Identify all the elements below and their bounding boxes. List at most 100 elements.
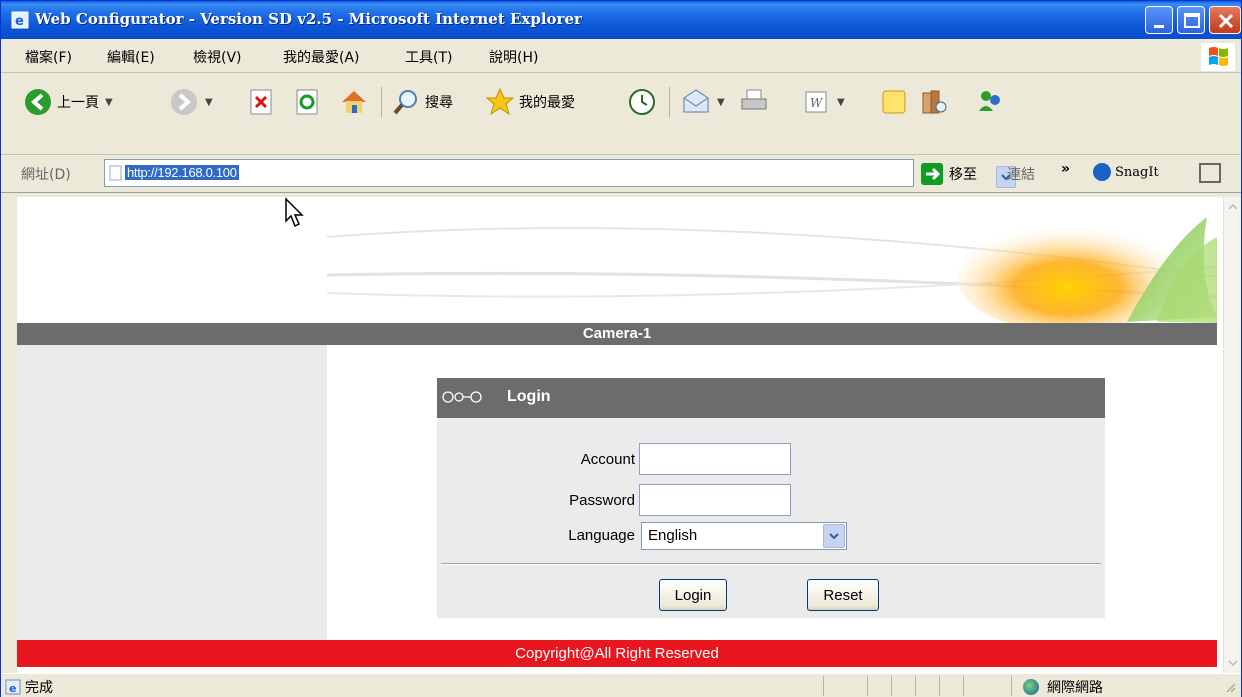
- search-button[interactable]: 搜尋: [391, 85, 453, 119]
- home-button[interactable]: [339, 85, 369, 119]
- home-icon: [342, 91, 366, 113]
- forward-dropdown-icon[interactable]: ▼: [205, 97, 213, 108]
- camera-title-bar: Camera-1: [17, 323, 1217, 345]
- menu-favorites[interactable]: 我的最愛(A): [283, 47, 360, 67]
- print-button[interactable]: [739, 85, 769, 119]
- research-button[interactable]: [919, 85, 949, 119]
- address-label: 網址(D): [21, 167, 71, 183]
- reset-button[interactable]: Reset: [807, 579, 879, 611]
- account-input[interactable]: [639, 443, 791, 475]
- login-header: Login: [437, 378, 1105, 418]
- snagit-label: SnagIt: [1115, 164, 1159, 180]
- password-input[interactable]: [639, 484, 791, 516]
- links-label[interactable]: 連結: [1007, 164, 1035, 184]
- history-button[interactable]: [627, 85, 657, 119]
- search-label: 搜尋: [425, 95, 453, 111]
- password-row: Password: [437, 484, 1105, 518]
- header-banner: [17, 197, 1218, 332]
- security-zone[interactable]: 網際網路: [1023, 677, 1103, 697]
- mail-button[interactable]: ▼: [681, 85, 725, 119]
- close-icon: [1218, 13, 1234, 29]
- discuss-button[interactable]: [879, 85, 909, 119]
- menu-view[interactable]: 檢視(V): [193, 47, 242, 67]
- status-text: 完成: [25, 680, 53, 696]
- minimize-button[interactable]: [1145, 6, 1173, 34]
- mail-icon: [683, 89, 709, 113]
- windows-logo: [1201, 43, 1235, 71]
- login-panel: Login Account Password Language English: [437, 378, 1105, 618]
- back-button[interactable]: 上一頁 ▼: [23, 85, 113, 119]
- main-content: Login Account Password Language English: [327, 345, 1217, 640]
- stop-button[interactable]: [247, 85, 277, 119]
- printer-icon: [741, 89, 767, 110]
- left-side-panel: [17, 345, 327, 640]
- toolbar-separator: [381, 87, 382, 117]
- password-label: Password: [569, 492, 635, 509]
- ie-app-icon: e: [11, 11, 29, 29]
- mail-dropdown-icon[interactable]: ▼: [717, 97, 725, 108]
- edit-button[interactable]: W ▼: [801, 85, 845, 119]
- language-dropdown-button[interactable]: [823, 524, 845, 548]
- login-button[interactable]: Login: [659, 579, 727, 611]
- address-input[interactable]: http://192.168.0.100: [104, 159, 1016, 188]
- star-icon: [485, 87, 515, 116]
- links-more-icon[interactable]: »: [1061, 161, 1070, 177]
- forward-arrow-icon: [171, 89, 197, 115]
- status-pane-divider: [1011, 676, 1012, 696]
- resize-grip-icon[interactable]: [1223, 680, 1237, 694]
- status-message: e 完成: [5, 677, 53, 697]
- windows-flag-icon: [1209, 47, 1228, 66]
- address-url[interactable]: http://192.168.0.100: [125, 165, 239, 180]
- scroll-down-icon[interactable]: [1225, 655, 1241, 671]
- language-row: Language English: [437, 519, 1105, 553]
- vertical-scrollbar[interactable]: [1223, 197, 1241, 673]
- go-button[interactable]: 移至: [921, 163, 977, 185]
- menu-file[interactable]: 檔案(F): [25, 47, 72, 67]
- menu-help[interactable]: 說明(H): [489, 47, 538, 67]
- search-icon: [393, 90, 417, 115]
- status-pane-divider: [963, 676, 964, 696]
- title-bar: e Web Configurator - Version SD v2.5 - M…: [1, 1, 1241, 39]
- browser-window: e Web Configurator - Version SD v2.5 - M…: [0, 0, 1242, 697]
- menu-edit[interactable]: 編輯(E): [107, 47, 155, 67]
- window-title: Web Configurator - Version SD v2.5 - Mic…: [35, 10, 582, 28]
- page-icon: [109, 165, 122, 181]
- address-bar: 網址(D) http://192.168.0.100 移至 連結 » SnagI…: [1, 155, 1241, 193]
- banner-decoration: [326, 217, 1218, 332]
- snagit-icon: [1093, 163, 1111, 181]
- language-select[interactable]: English: [641, 522, 847, 550]
- maximize-button[interactable]: [1177, 6, 1205, 34]
- ie-page-icon: e: [5, 679, 21, 695]
- back-dropdown-icon[interactable]: ▼: [105, 97, 113, 108]
- snagit-capture-icon[interactable]: [1199, 163, 1221, 183]
- forward-button[interactable]: ▼: [169, 85, 213, 119]
- scroll-up-icon[interactable]: [1225, 199, 1241, 215]
- word-icon: W: [805, 91, 827, 113]
- snagit-button[interactable]: SnagIt: [1093, 163, 1159, 181]
- account-label: Account: [580, 451, 635, 468]
- status-pane-divider: [823, 676, 824, 696]
- footer-bar: Copyright@All Right Reserved: [17, 640, 1217, 667]
- favorites-button[interactable]: 我的最愛: [485, 85, 575, 119]
- refresh-button[interactable]: [293, 85, 323, 119]
- refresh-icon: [296, 89, 318, 115]
- maximize-icon: [1184, 13, 1200, 28]
- history-icon: [629, 89, 655, 115]
- form-divider: [441, 563, 1101, 565]
- toolbar-separator: [669, 87, 670, 117]
- zone-label: 網際網路: [1047, 680, 1103, 696]
- camera-title: Camera-1: [582, 325, 652, 342]
- go-arrow-icon: [921, 163, 943, 185]
- mouse-cursor-icon: [285, 197, 304, 228]
- menu-tools[interactable]: 工具(T): [405, 47, 452, 67]
- messenger-button[interactable]: [975, 85, 1005, 119]
- account-row: Account: [437, 443, 1105, 477]
- status-pane-divider: [939, 676, 940, 696]
- close-button[interactable]: [1209, 6, 1241, 34]
- edit-dropdown-icon[interactable]: ▼: [837, 97, 845, 108]
- status-bar: e 完成 網際網路: [1, 673, 1241, 697]
- language-label: Language: [568, 527, 635, 544]
- page-viewport: Camera-1 Login Account Password Language…: [17, 197, 1223, 673]
- minimize-icon: [1154, 25, 1164, 28]
- stop-icon: [250, 89, 272, 115]
